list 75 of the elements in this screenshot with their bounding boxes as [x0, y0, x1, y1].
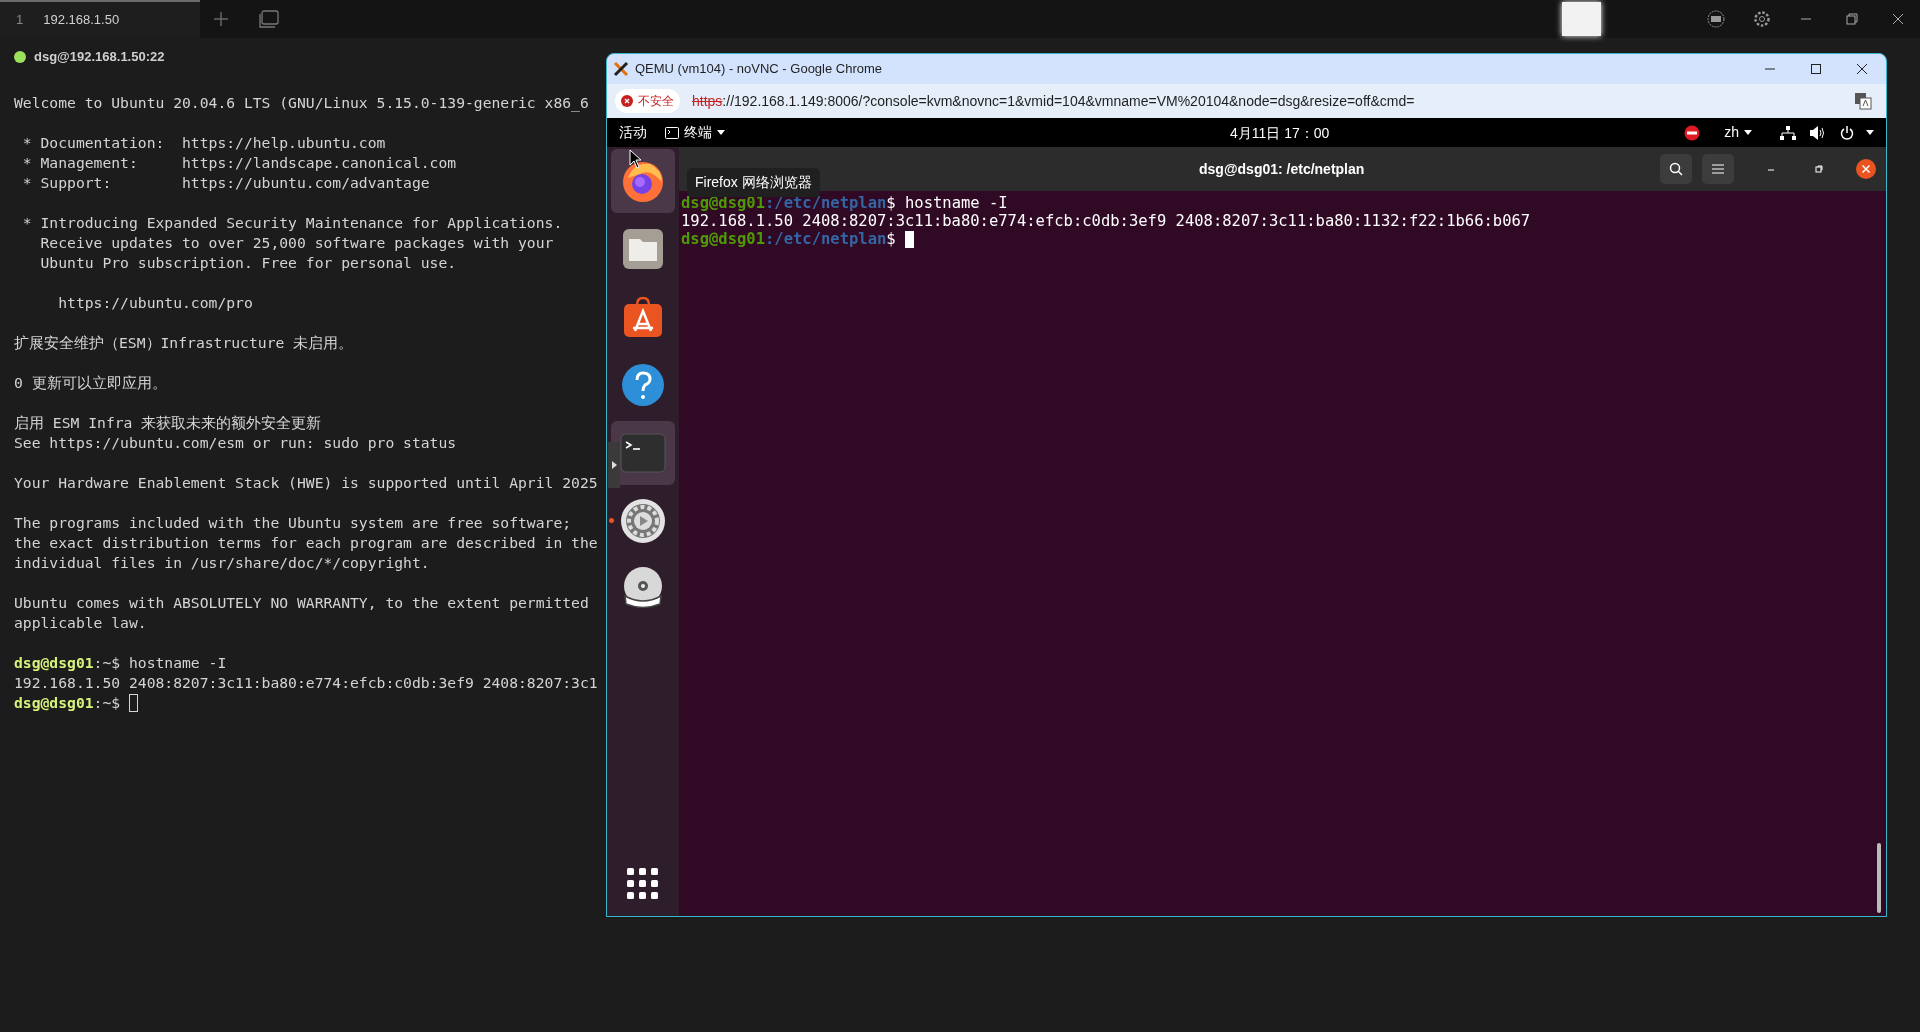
mouse-pointer-icon: [629, 149, 643, 169]
windows-icon[interactable]: [259, 10, 279, 28]
terminal-command: :~$: [93, 693, 121, 713]
shopping-bag-icon[interactable]: [621, 295, 665, 339]
language-menu[interactable]: zh: [1724, 122, 1752, 143]
app-menu[interactable]: 终端: [665, 122, 725, 143]
terminal-line: 启用 ESM Infra 来获取未来的额外安全更新: [14, 413, 322, 433]
terminal-line: individual files in /usr/share/doc/*/copyright.: [14, 553, 430, 573]
folder-icon[interactable]: [621, 227, 665, 271]
prompt-user: dsg@dsg01: [681, 194, 765, 212]
app-grid-icon[interactable]: [627, 868, 659, 900]
gear-icon[interactable]: [620, 498, 666, 544]
caret-icon[interactable]: [1866, 130, 1874, 135]
no-entry-icon[interactable]: [1684, 124, 1701, 141]
dock-item[interactable]: [611, 149, 675, 213]
terminal-line: Ubuntu comes with ABSOLUTELY NO WARRANTY, to the extent permitted: [14, 593, 589, 613]
url-text[interactable]: https://192.168.1.149:8006/?console=kvm&novnc=1&vmid=104&vmname=VM%20104&node=dsg&resize=off&cmd=: [692, 90, 1415, 112]
session-title: dsg@192.168.1.50:22: [34, 48, 165, 67]
help-icon[interactable]: [621, 363, 665, 407]
keyboard-icon[interactable]: [1707, 10, 1725, 28]
window-title: QEMU (vm104) - noVNC - Google Chrome: [635, 60, 883, 79]
volume-icon[interactable]: [1810, 125, 1826, 140]
terminal-command: :~$ hostname -I: [93, 653, 227, 673]
restore-icon[interactable]: [1814, 164, 1824, 174]
terminal-line: 0 更新可以立即应用。: [14, 373, 167, 393]
window-thumbnail[interactable]: [1562, 2, 1601, 36]
expand-handle-icon[interactable]: [608, 442, 620, 488]
terminal-window-title: dsg@dsg01: /etc/netplan: [1199, 160, 1365, 179]
terminal-line: Your Hardware Enablement Stack (HWE) is supported until April 2025: [14, 473, 598, 493]
terminal-line: the exact distribution terms for each program are described in the: [14, 533, 598, 553]
error-icon: [621, 95, 633, 107]
terminal-command: $: [886, 230, 897, 248]
terminal-line: 192.168.1.50 2408:8207:3c11:ba80:e774:efcb:c0db:3ef9 2408:8207:3c11:ba80:1132:f22:1b66:b067: [681, 212, 1531, 230]
network-icon[interactable]: [1780, 125, 1796, 140]
terminal-line: applicable law.: [14, 613, 147, 633]
terminal-line: 扩展安全维护（ESM）Infrastructure 未启用。: [14, 333, 354, 353]
close-icon[interactable]: [1856, 159, 1876, 179]
search-icon: [1669, 162, 1683, 176]
x-logo-icon: [613, 61, 629, 77]
terminal-command: $ hostname -I: [886, 194, 1008, 212]
caret-icon: [1744, 130, 1752, 135]
terminal-line: 192.168.1.50 2408:8207:3c11:ba80:e774:efcb:c0db:3ef9 2408:8207:3c1: [14, 673, 598, 693]
prompt-path: :/etc/netplan: [765, 230, 887, 248]
terminal-line: * Documentation: https://help.ubuntu.com: [21, 133, 386, 153]
clock[interactable]: 4月11日 17：00: [1230, 123, 1330, 144]
caret-icon: [717, 130, 725, 135]
close-icon[interactable]: [1856, 63, 1868, 75]
power-icon[interactable]: [1840, 125, 1854, 140]
security-chip[interactable]: 不安全: [615, 89, 680, 113]
tooltip: Firefox 网络浏览器: [687, 168, 820, 197]
settings-icon[interactable]: [1753, 10, 1771, 28]
activities-button[interactable]: 活动: [607, 122, 659, 143]
search-button[interactable]: [1660, 154, 1692, 184]
scrollbar[interactable]: [1877, 843, 1881, 913]
menu-icon: [1712, 164, 1724, 174]
terminal-line: Receive updates to over 25,000 software packages with your: [39, 233, 554, 253]
terminal-line: * Management: https://landscape.canonical.com: [21, 153, 457, 173]
restore-icon[interactable]: [1846, 13, 1858, 25]
terminal-line: Welcome to Ubuntu 20.04.6 LTS (GNU/Linux 5.15.0-139-generic x86_6: [14, 93, 589, 113]
session-tab[interactable]: 1 192.168.1.50: [0, 0, 200, 38]
terminal-line: Ubuntu Pro subscription. Free for personal use.: [39, 253, 457, 273]
prompt-user: dsg@dsg01: [14, 653, 94, 673]
prompt-path: :/etc/netplan: [765, 194, 887, 212]
close-icon[interactable]: [1892, 13, 1904, 25]
terminal-line: The programs included with the Ubuntu system are free software;: [14, 513, 572, 533]
terminal-line: * Support: https://ubuntu.com/advantage: [21, 173, 430, 193]
terminal-line: * Introducing Expanded Security Maintenance for Applications.: [21, 213, 563, 233]
terminal-line: See https://ubuntu.com/esm or run: sudo pro status: [14, 433, 457, 453]
terminal-line: https://ubuntu.com/pro: [57, 293, 253, 313]
prompt-user: dsg@dsg01: [681, 230, 765, 248]
maximize-icon[interactable]: [1810, 63, 1822, 75]
prompt-user: dsg@dsg01: [14, 693, 94, 713]
translate-icon[interactable]: [1854, 92, 1872, 110]
terminal-icon: [665, 126, 679, 139]
menu-button[interactable]: [1702, 154, 1734, 184]
